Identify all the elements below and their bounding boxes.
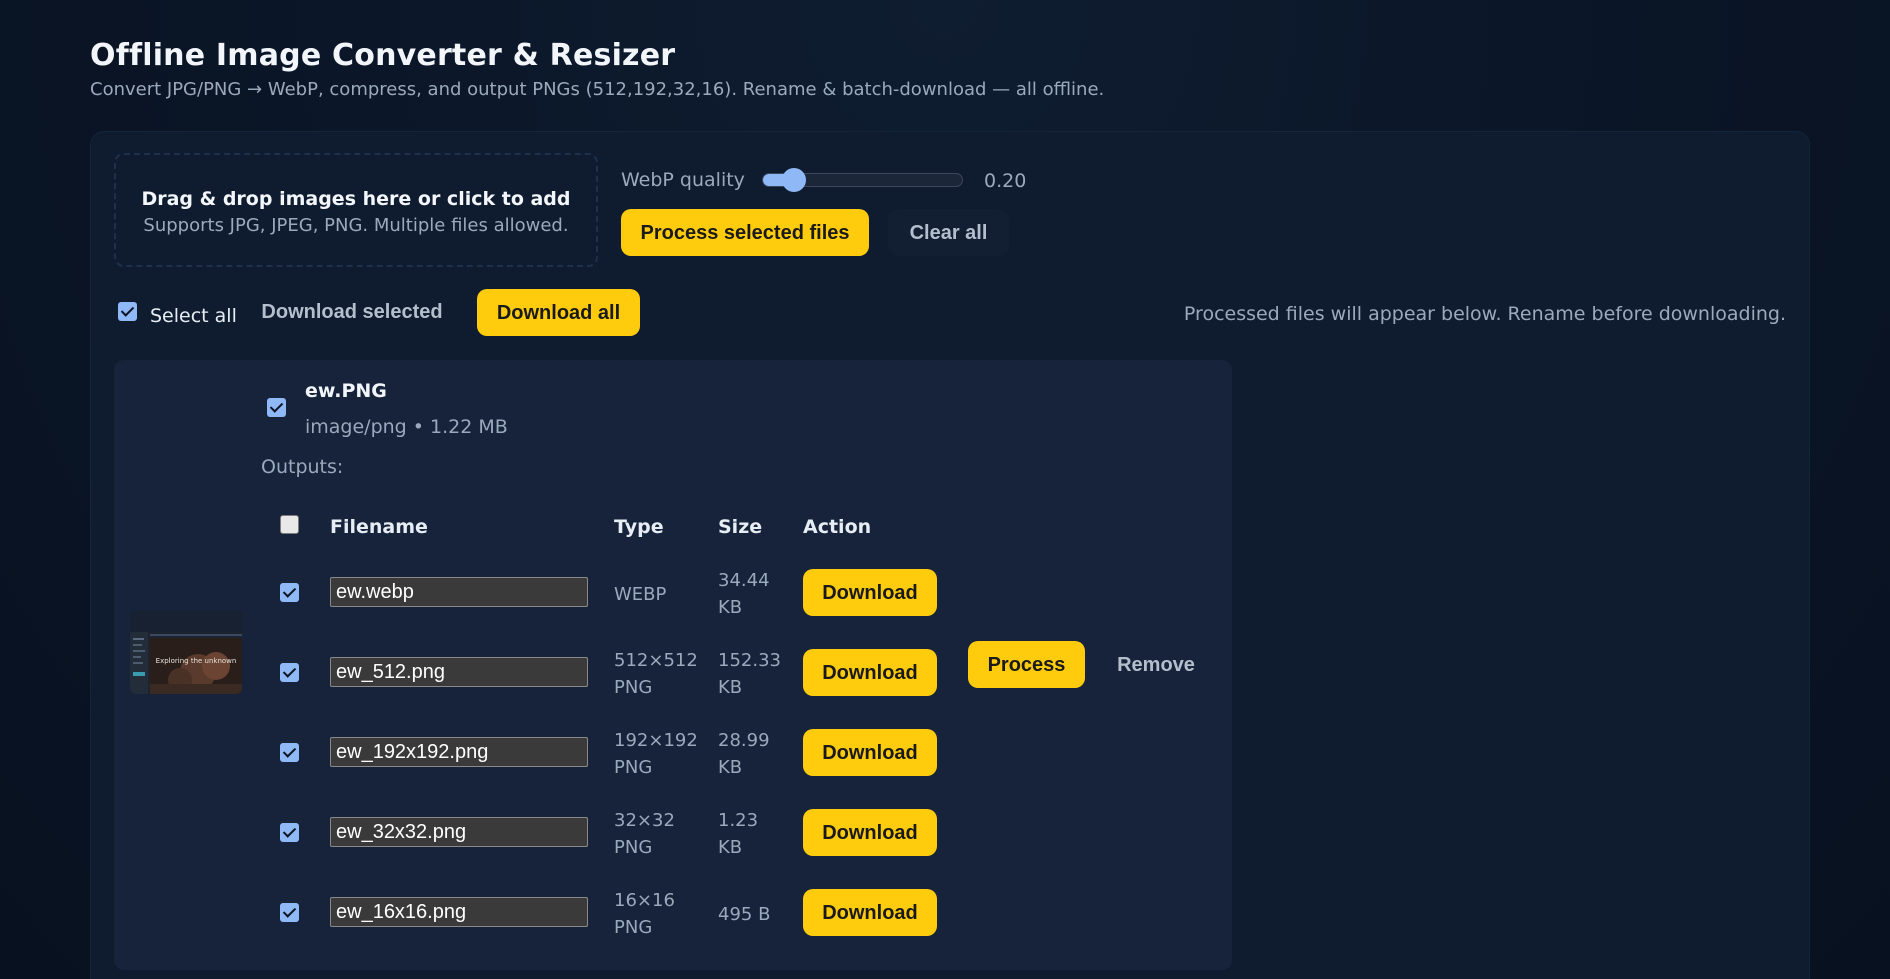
dropzone[interactable]: Drag & drop images here or click to add … [114,153,598,267]
output-type-format: PNG [614,677,653,698]
output-size-value: 152.33 [718,650,781,671]
output-filename-input[interactable] [330,577,588,607]
output-size-unit: KB [718,757,743,778]
select-all-checkbox[interactable] [118,302,137,321]
webp-quality-label: WebP quality [621,169,745,191]
outputs-select-all-checkbox[interactable] [280,515,299,534]
dropzone-subtitle: Supports JPG, JPEG, PNG. Multiple files … [143,215,569,236]
output-type-dimensions: 192×192 [614,730,698,751]
output-type-dimensions: 16×16 [614,890,675,911]
output-row-checkbox[interactable] [280,743,299,762]
column-header-action: Action [803,516,872,538]
webp-quality-slider[interactable] [762,168,963,192]
file-thumbnail: Exploring the unknown [130,610,242,694]
app-page: Offline Image Converter & Resizer Conver… [0,0,1890,979]
output-filename-input[interactable] [330,817,588,847]
page-title: Offline Image Converter & Resizer [90,38,676,73]
output-size-unit: KB [718,837,743,858]
download-output-button[interactable]: Download [803,729,937,776]
output-row-checkbox[interactable] [280,663,299,682]
file-checkbox[interactable] [267,398,286,417]
output-size: 495 B [718,904,771,925]
output-size-value: 28.99 [718,730,770,751]
dropzone-title: Drag & drop images here or click to add [141,188,571,210]
outputs-label: Outputs: [261,456,344,478]
output-type-dimensions: 512×512 [614,650,698,671]
file-meta: image/png • 1.22 MB [305,416,508,438]
thumbnail-overlay-text: Exploring the unknown [156,657,237,665]
output-type: WEBP [614,584,667,605]
column-header-size: Size [718,516,763,538]
webp-quality-value: 0.20 [984,170,1027,192]
output-size-value: 1.23 [718,810,759,831]
output-size-unit: KB [718,597,743,618]
clear-all-button[interactable]: Clear all [888,209,1009,256]
output-size-unit: KB [718,677,743,698]
output-row-checkbox[interactable] [280,583,299,602]
download-output-button[interactable]: Download [803,569,937,616]
remove-file-button[interactable]: Remove [1098,641,1214,688]
output-type-dimensions: 32×32 [614,810,675,831]
output-type-format: PNG [614,837,653,858]
output-row-checkbox[interactable] [280,903,299,922]
output-filename-input[interactable] [330,897,588,927]
output-row-checkbox[interactable] [280,823,299,842]
download-selected-button[interactable]: Download selected [247,288,457,335]
download-output-button[interactable]: Download [803,889,937,936]
output-type-format: PNG [614,917,653,938]
download-all-button[interactable]: Download all [477,289,640,336]
output-filename-input[interactable] [330,737,588,767]
process-selected-button[interactable]: Process selected files [621,209,869,256]
download-output-button[interactable]: Download [803,809,937,856]
helper-text: Processed files will appear below. Renam… [1183,303,1786,325]
column-header-filename: Filename [330,516,428,538]
page-subtitle: Convert JPG/PNG → WebP, compress, and ou… [90,79,1105,100]
process-file-button[interactable]: Process [968,641,1085,688]
output-filename-input[interactable] [330,657,588,687]
thumbnail-image: Exploring the unknown [130,610,242,694]
file-name: ew.PNG [305,380,387,402]
select-all-label: Select all [150,305,237,327]
download-output-button[interactable]: Download [803,649,937,696]
output-size-value: 34.44 [718,570,770,591]
column-header-type: Type [614,516,664,538]
output-type-format: PNG [614,757,653,778]
